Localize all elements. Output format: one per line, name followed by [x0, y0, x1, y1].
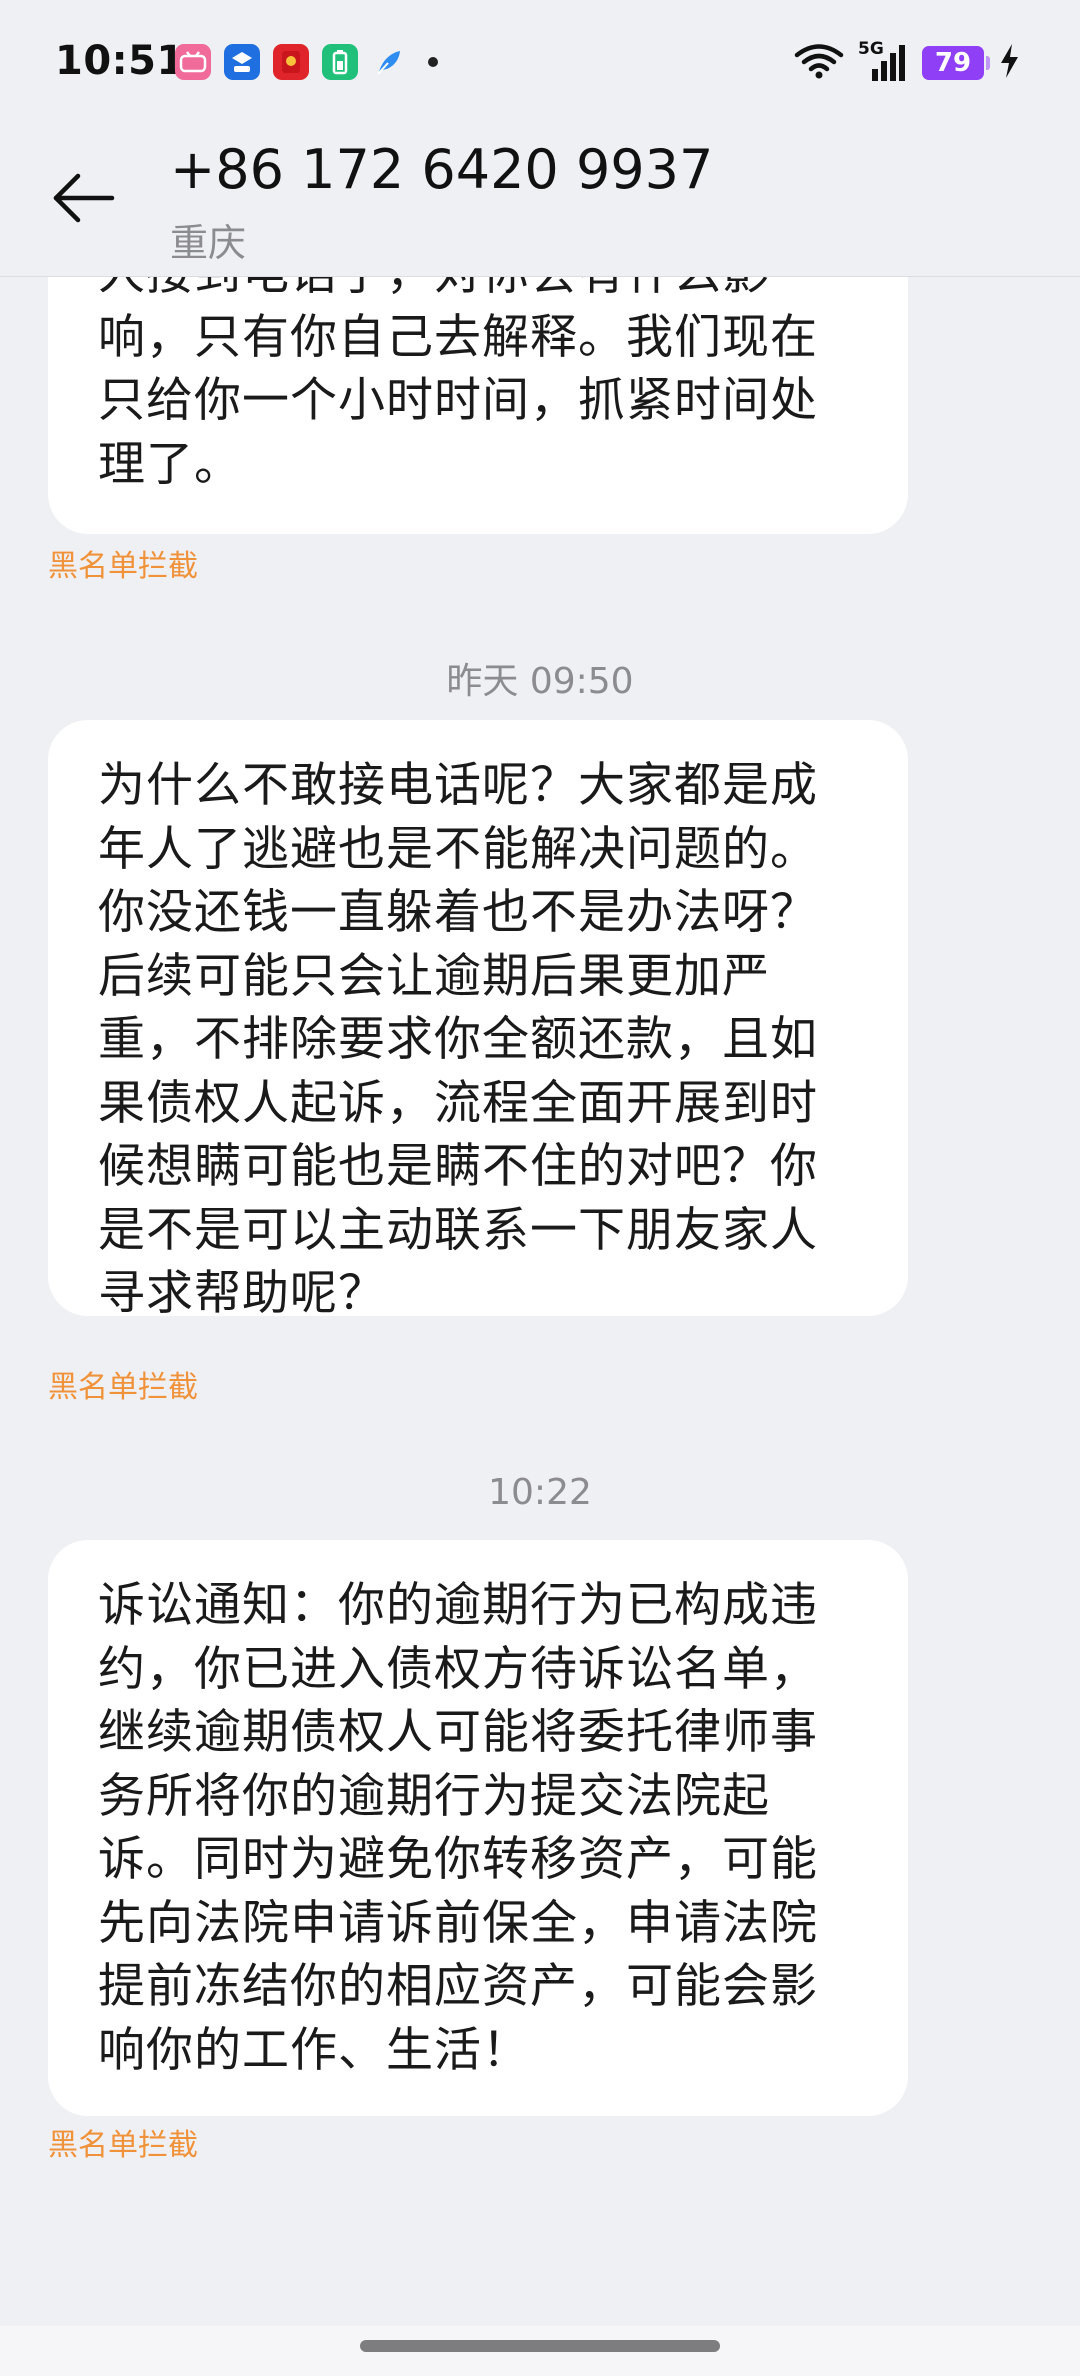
- message-bubble[interactable]: 人接到电话了，对你会有什么影响，只有你自己去解释。我们现在只给你一个小时时间，抓…: [48, 276, 908, 534]
- status-bar: 10:51 5G 79: [0, 0, 1080, 120]
- blacklist-blocked-tag: 黑名单拦截: [48, 1370, 198, 1405]
- battery-level: 79: [934, 48, 972, 78]
- conversation-header: +86 172 6420 9937 重庆: [0, 120, 1080, 277]
- ai-app-icon: [224, 44, 260, 80]
- notification-icons: [175, 44, 438, 80]
- message-text: 为什么不敢接电话呢？大家都是成年人了逃避也是不能解决问题的。你没还钱一直躲着也不…: [98, 758, 818, 1321]
- cellular-5g-icon: 5G: [858, 39, 908, 83]
- sms-conversation-screen: 10:51 5G 79 +86 172 6420 9937 重庆 响，只有你自己…: [0, 0, 1080, 2376]
- back-arrow-icon: [53, 173, 115, 223]
- message-timestamp: 10:22: [488, 1472, 592, 1513]
- more-notifications-dot: [428, 57, 438, 67]
- back-button[interactable]: [44, 158, 124, 238]
- message-text: 人接到电话了，对你会有什么影响，只有你自己去解释。我们现在只给你一个小时时间，抓…: [98, 276, 818, 492]
- status-time: 10:51: [55, 38, 185, 84]
- wifi-icon: [794, 42, 844, 84]
- red-packet-icon: [273, 44, 309, 80]
- message-bubble[interactable]: 诉讼通知：你的逾期行为已构成违约，你已进入债权方待诉讼名单，继续逾期债权人可能将…: [48, 1540, 908, 2116]
- charging-icon: [998, 43, 1020, 83]
- battery-indicator: 79: [922, 46, 990, 80]
- status-right: 5G 79: [794, 39, 1020, 84]
- blacklist-blocked-tag: 黑名单拦截: [48, 2128, 198, 2163]
- message-list[interactable]: 人接到电话了，对你会有什么影响，只有你自己去解释。我们现在只给你一个小时时间，抓…: [0, 276, 1080, 2326]
- message-bubble[interactable]: 为什么不敢接电话呢？大家都是成年人了逃避也是不能解决问题的。你没还钱一直躲着也不…: [48, 720, 908, 1321]
- home-indicator[interactable]: [360, 2340, 720, 2352]
- contact-location: 重庆: [170, 221, 247, 265]
- contact-number: +86 172 6420 9937: [170, 138, 714, 201]
- blacklist-blocked-tag: 黑名单拦截: [48, 549, 198, 584]
- bilibili-icon: [175, 44, 211, 80]
- feather-icon: [371, 44, 407, 80]
- message-text: 诉讼通知：你的逾期行为已构成违约，你已进入债权方待诉讼名单，继续逾期债权人可能将…: [98, 1578, 818, 2078]
- message-timestamp: 昨天 09:50: [446, 661, 634, 702]
- battery-app-icon: [322, 44, 358, 80]
